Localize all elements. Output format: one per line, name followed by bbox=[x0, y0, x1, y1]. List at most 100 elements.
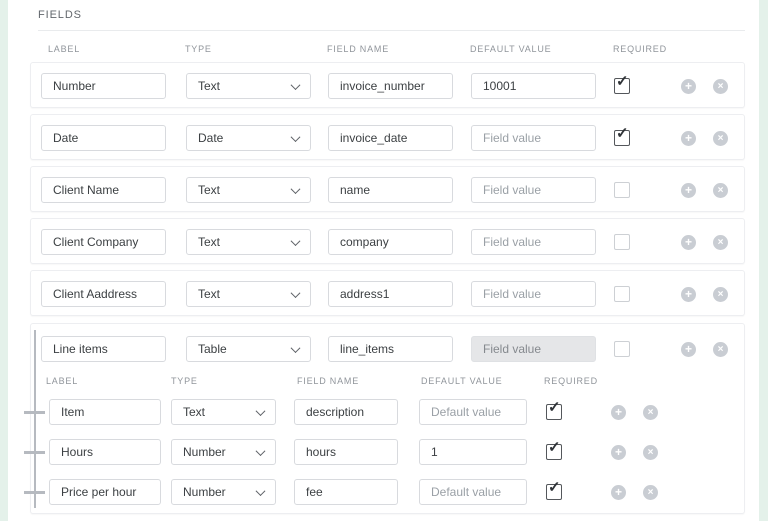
type-select[interactable]: Text bbox=[186, 229, 311, 255]
field-name-input[interactable] bbox=[328, 229, 453, 255]
default-value-input[interactable] bbox=[419, 479, 527, 505]
type-select[interactable]: Table bbox=[186, 336, 311, 362]
add-field-button[interactable]: + bbox=[681, 79, 696, 94]
fields-list: Text ✓ + × Date ✓ + × Text + × Text bbox=[30, 62, 745, 322]
required-checkbox[interactable] bbox=[614, 286, 630, 302]
default-value-input[interactable] bbox=[471, 125, 596, 151]
type-select-value: Table bbox=[198, 342, 227, 356]
field-name-input[interactable] bbox=[328, 336, 453, 362]
add-field-button[interactable]: + bbox=[681, 183, 696, 198]
checkmark-icon: ✓ bbox=[548, 480, 561, 495]
type-select[interactable]: Text bbox=[186, 73, 311, 99]
label-input[interactable] bbox=[49, 479, 161, 505]
type-select-value: Text bbox=[198, 287, 220, 301]
nesting-tick-1 bbox=[24, 451, 45, 454]
required-checkbox[interactable]: ✓ bbox=[546, 444, 562, 460]
type-select[interactable]: Text bbox=[186, 177, 311, 203]
type-select[interactable]: Number bbox=[171, 439, 276, 465]
default-value-input[interactable] bbox=[419, 399, 527, 425]
required-checkbox[interactable]: ✓ bbox=[614, 78, 630, 94]
column-header-label: LABEL bbox=[46, 376, 78, 386]
group-head-slot: Table + × bbox=[31, 326, 746, 372]
add-field-button[interactable]: + bbox=[681, 131, 696, 146]
column-header-label: LABEL bbox=[48, 44, 80, 54]
field-name-input[interactable] bbox=[328, 125, 453, 151]
remove-field-button[interactable]: × bbox=[643, 485, 658, 500]
chevron-down-icon bbox=[291, 184, 301, 194]
default-value-input[interactable] bbox=[471, 73, 596, 99]
label-input[interactable] bbox=[41, 125, 166, 151]
add-field-button[interactable]: + bbox=[611, 405, 626, 420]
page-background: FIELDS LABELTYPEFIELD NAMEDEFAULT VALUER… bbox=[0, 0, 768, 521]
field-row: Text ✓ + × bbox=[30, 62, 745, 108]
default-value-input[interactable] bbox=[471, 281, 596, 307]
checkmark-icon: ✓ bbox=[616, 74, 629, 89]
default-value-input[interactable] bbox=[419, 439, 527, 465]
field-name-input[interactable] bbox=[328, 73, 453, 99]
column-header-required: REQUIRED bbox=[544, 376, 598, 386]
label-input[interactable] bbox=[41, 336, 166, 362]
label-input[interactable] bbox=[49, 439, 161, 465]
type-select[interactable]: Text bbox=[171, 399, 276, 425]
label-input[interactable] bbox=[41, 177, 166, 203]
label-input[interactable] bbox=[41, 281, 166, 307]
chevron-down-icon bbox=[256, 446, 266, 456]
column-header-type: TYPE bbox=[185, 44, 212, 54]
field-row: Date ✓ + × bbox=[30, 114, 745, 160]
remove-field-button[interactable]: × bbox=[713, 342, 728, 357]
add-field-button[interactable]: + bbox=[611, 445, 626, 460]
remove-field-button[interactable]: × bbox=[643, 405, 658, 420]
field-row: Text + × bbox=[30, 270, 745, 316]
remove-field-button[interactable]: × bbox=[713, 287, 728, 302]
checkmark-icon: ✓ bbox=[548, 400, 561, 415]
add-field-button[interactable]: + bbox=[681, 287, 696, 302]
required-checkbox[interactable] bbox=[614, 234, 630, 250]
required-checkbox[interactable]: ✓ bbox=[546, 484, 562, 500]
section-divider bbox=[38, 30, 745, 31]
field-row: Text + × bbox=[30, 218, 745, 264]
add-field-button[interactable]: + bbox=[611, 485, 626, 500]
field-name-input[interactable] bbox=[294, 439, 398, 465]
default-value-input[interactable] bbox=[471, 177, 596, 203]
field-row: Text + × bbox=[30, 166, 745, 212]
type-select-value: Text bbox=[198, 79, 220, 93]
label-input[interactable] bbox=[41, 73, 166, 99]
field-name-input[interactable] bbox=[294, 399, 398, 425]
remove-field-button[interactable]: × bbox=[713, 79, 728, 94]
field-name-input[interactable] bbox=[294, 479, 398, 505]
add-field-button[interactable]: + bbox=[681, 235, 696, 250]
type-select-value: Number bbox=[183, 485, 226, 499]
column-headers: LABELTYPEFIELD NAMEDEFAULT VALUEREQUIRED bbox=[30, 44, 745, 56]
label-input[interactable] bbox=[41, 229, 166, 255]
default-value-input[interactable] bbox=[471, 229, 596, 255]
column-header-field-name: FIELD NAME bbox=[327, 44, 389, 54]
chevron-down-icon bbox=[291, 80, 301, 90]
required-checkbox[interactable]: ✓ bbox=[546, 404, 562, 420]
required-checkbox[interactable] bbox=[614, 182, 630, 198]
required-checkbox[interactable]: ✓ bbox=[614, 130, 630, 146]
type-select[interactable]: Number bbox=[171, 479, 276, 505]
nesting-tick-0 bbox=[24, 411, 45, 414]
type-select[interactable]: Date bbox=[186, 125, 311, 151]
nested-field-row: Text ✓ + × bbox=[31, 392, 746, 432]
add-field-button[interactable]: + bbox=[681, 342, 696, 357]
remove-field-button[interactable]: × bbox=[713, 235, 728, 250]
chevron-down-icon bbox=[256, 406, 266, 416]
type-select-value: Text bbox=[198, 183, 220, 197]
checkmark-icon: ✓ bbox=[616, 126, 629, 141]
label-input[interactable] bbox=[49, 399, 161, 425]
field-name-input[interactable] bbox=[328, 177, 453, 203]
column-header-type: TYPE bbox=[171, 376, 198, 386]
remove-field-button[interactable]: × bbox=[713, 131, 728, 146]
column-header-default-value: DEFAULT VALUE bbox=[421, 376, 502, 386]
required-checkbox[interactable] bbox=[614, 341, 630, 357]
field-name-input[interactable] bbox=[328, 281, 453, 307]
group-field-row: Table + × bbox=[31, 326, 746, 372]
remove-field-button[interactable]: × bbox=[643, 445, 658, 460]
line-items-group-card: Table + × LABELTYPEFIELD NAMEDEFAULT VAL… bbox=[30, 323, 745, 514]
fields-panel: FIELDS LABELTYPEFIELD NAMEDEFAULT VALUER… bbox=[8, 0, 759, 521]
type-select[interactable]: Text bbox=[186, 281, 311, 307]
remove-field-button[interactable]: × bbox=[713, 183, 728, 198]
nested-column-headers: LABELTYPEFIELD NAMEDEFAULT VALUEREQUIRED bbox=[31, 376, 746, 388]
default-value-input[interactable] bbox=[471, 336, 596, 362]
